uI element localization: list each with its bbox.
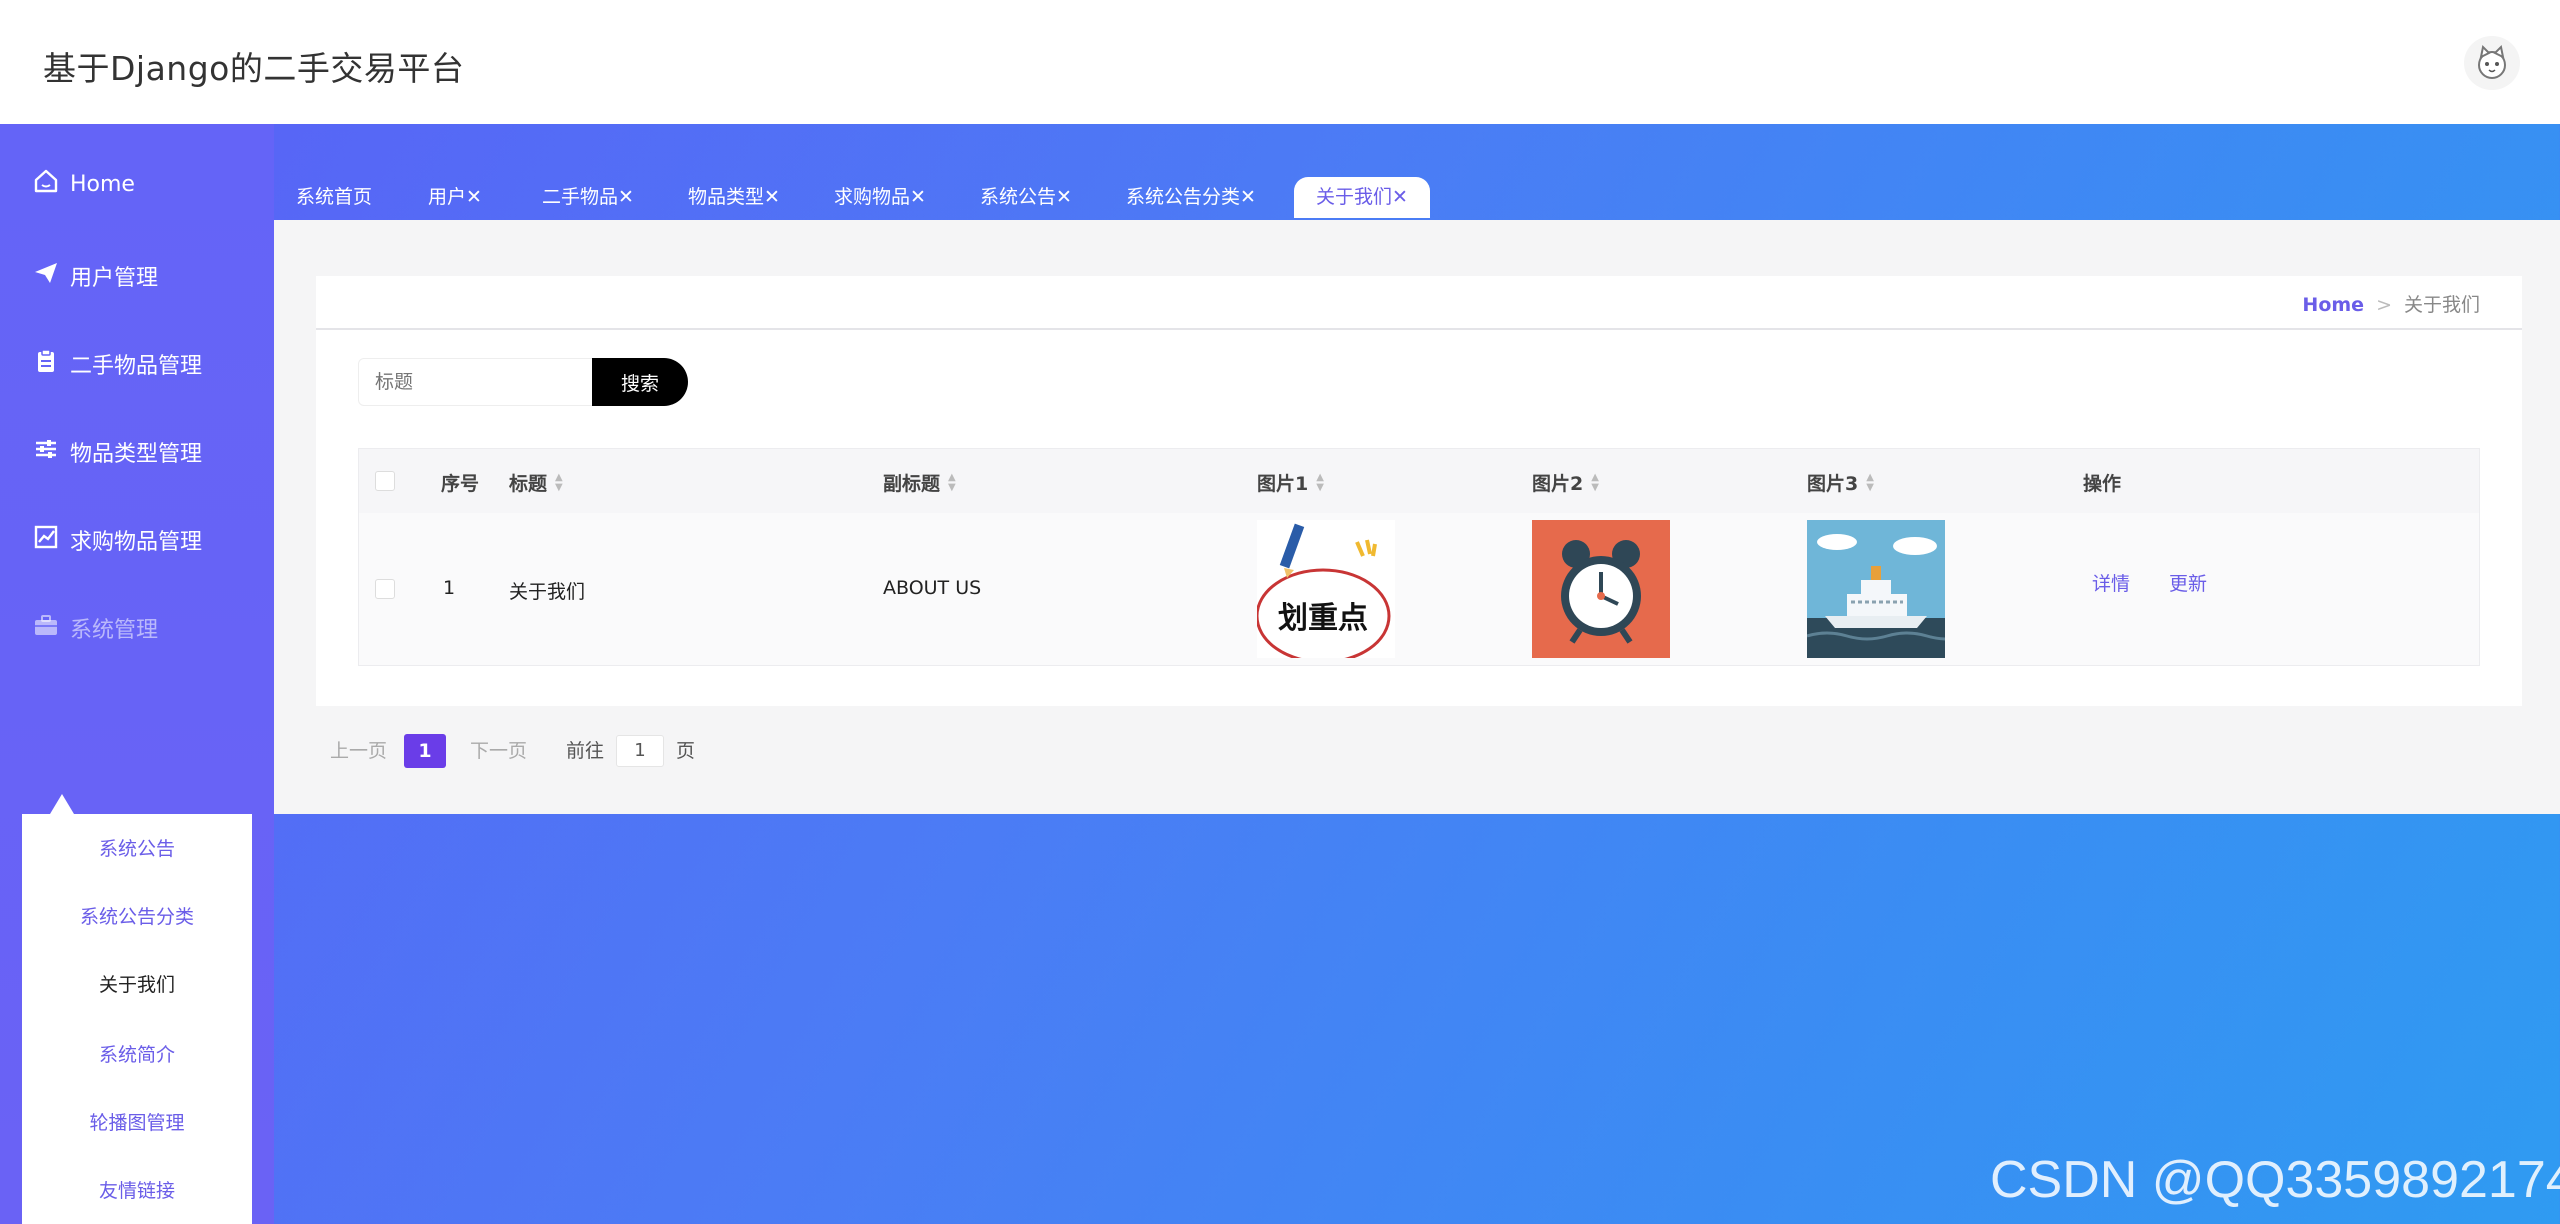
submenu-caret — [50, 794, 74, 814]
sidebar-item-users[interactable]: 用户管理 — [32, 256, 158, 296]
column-header-subtitle[interactable]: 副标题 ▲ ▼ — [883, 469, 956, 496]
flag-icon — [32, 1130, 60, 1162]
sort-icon[interactable]: ▲ ▼ — [1866, 472, 1874, 493]
image3-thumbnail-ship-icon[interactable] — [1807, 520, 1945, 658]
breadcrumb-separator: > — [2376, 294, 2392, 316]
chart-line-icon — [32, 524, 60, 556]
sort-icon[interactable]: ▲ ▼ — [1316, 472, 1324, 493]
select-all-checkbox[interactable] — [375, 471, 395, 491]
sidebar-item-system[interactable]: 系统管理 — [32, 608, 158, 648]
tab-secondhand[interactable]: 二手物品✕ — [520, 177, 656, 218]
tab-announcement-category[interactable]: 系统公告分类✕ — [1104, 177, 1278, 218]
tab-category[interactable]: 物品类型✕ — [666, 177, 802, 218]
breadcrumb-home[interactable]: Home — [2302, 294, 2364, 316]
image1-caption: 划重点 — [1278, 601, 1368, 636]
data-table: 序号 标题 ▲ ▼ 副标题 ▲ ▼ 图片1 ▲ ▼ 图片2 ▲ ▼ 图片3 ▲ ▼ 操作 1 关于我… — [358, 448, 2480, 666]
column-header-image1[interactable]: 图片1 ▲ ▼ — [1257, 469, 1324, 496]
column-header-image3[interactable]: 图片3 ▲ ▼ — [1807, 469, 1874, 496]
image2-thumbnail-alarm-clock-icon[interactable] — [1532, 520, 1670, 658]
tab-about-us[interactable]: 关于我们✕ — [1294, 177, 1430, 218]
update-link[interactable]: 更新 — [2169, 569, 2207, 596]
row-checkbox[interactable] — [375, 579, 395, 599]
sort-icon[interactable]: ▲ ▼ — [948, 472, 956, 493]
sidebar-item-label: 二手物品管理 — [70, 354, 203, 379]
sidebar-item-label: 求购物品管理 — [70, 530, 203, 555]
column-header-image2[interactable]: 图片2 ▲ ▼ — [1532, 469, 1599, 496]
sidebar: Home 用户管理 二手物品管理 物品类型管理 求购物品管理 系统管理 系统公告… — [0, 124, 274, 1224]
tab-wanted[interactable]: 求购物品✕ — [812, 177, 948, 218]
sidebar-item-label: 物品类型管理 — [70, 442, 203, 467]
sidebar-item-label: Home — [70, 171, 135, 197]
submenu-item-about-us[interactable]: 关于我们 — [22, 970, 252, 997]
breadcrumb: Home > 关于我们 — [2302, 290, 2480, 317]
sort-icon[interactable]: ▲ ▼ — [1591, 472, 1599, 493]
submenu-item-links[interactable]: 友情链接 — [22, 1176, 252, 1203]
app-title: 基于Django的二手交易平台 — [43, 49, 465, 88]
image1-thumbnail[interactable]: 划重点 — [1257, 520, 1395, 658]
submenu-item-intro[interactable]: 系统简介 — [22, 1040, 252, 1067]
submenu-item-announcement[interactable]: 系统公告 — [22, 834, 252, 861]
briefcase-icon — [32, 612, 60, 644]
search-button[interactable]: 搜索 — [592, 358, 688, 406]
detail-link[interactable]: 详情 — [2092, 569, 2130, 596]
cat-avatar-icon[interactable] — [2464, 36, 2520, 90]
breadcrumb-current: 关于我们 — [2403, 294, 2480, 316]
sort-icon[interactable]: ▲ ▼ — [555, 472, 563, 493]
sidebar-item-orders[interactable]: 订单管理 — [32, 1126, 158, 1166]
next-page-button[interactable]: 下一页 — [470, 734, 527, 768]
main-content: Home > 关于我们 搜索 序号 标题▲▼ 副标题▲▼ 图片1▲▼ 图片2▲▼ 图… — [274, 220, 2560, 814]
sliders-icon — [32, 436, 60, 468]
sidebar-item-home[interactable]: Home — [32, 164, 135, 204]
search-input[interactable] — [358, 358, 594, 406]
tab-announcement[interactable]: 系统公告✕ — [958, 177, 1094, 218]
content-panel: Home > 关于我们 搜索 序号 标题▲▼ 副标题▲▼ 图片1▲▼ 图片2▲▼ 图… — [316, 276, 2522, 706]
clipboard-icon — [32, 348, 60, 380]
tab-home[interactable]: 系统首页 — [274, 177, 394, 218]
cell-title: 关于我们 — [509, 581, 586, 603]
cell-index: 1 — [443, 577, 456, 599]
submenu-item-announcement-category[interactable]: 系统公告分类 — [22, 902, 252, 929]
table-row: 1 关于我们 ABOUT US 划重点 详情 更新 — [359, 513, 2479, 665]
paper-plane-icon — [32, 260, 60, 292]
goto-page-input[interactable] — [616, 735, 664, 767]
sidebar-item-label: 系统管理 — [70, 618, 159, 643]
sidebar-item-secondhand[interactable]: 二手物品管理 — [32, 344, 202, 384]
sidebar-item-label: 订单管理 — [70, 1136, 159, 1161]
top-header: 基于Django的二手交易平台 — [0, 0, 2560, 124]
table-header: 序号 标题 ▲ ▼ 副标题 ▲ ▼ 图片1 ▲ ▼ 图片2 ▲ ▼ 图片3 ▲ ▼ 操作 — [359, 449, 2479, 513]
cell-subtitle: ABOUT US — [883, 577, 982, 599]
sidebar-item-category[interactable]: 物品类型管理 — [32, 432, 202, 472]
house-icon — [32, 168, 60, 200]
page-number-current[interactable]: 1 — [404, 734, 446, 768]
sidebar-item-wanted[interactable]: 求购物品管理 — [32, 520, 202, 560]
prev-page-button[interactable]: 上一页 — [330, 734, 387, 768]
page-suffix-label: 页 — [676, 740, 696, 762]
watermark: CSDN @QQ3359892174 — [1990, 1151, 2560, 1209]
tab-strip: 系统首页 用户✕ 二手物品✕ 物品类型✕ 求购物品✕ 系统公告✕ 系统公告分类✕… — [274, 124, 2560, 220]
breadcrumb-bar: Home > 关于我们 — [316, 276, 2522, 330]
column-header-actions: 操作 — [2083, 473, 2122, 495]
sidebar-item-label: 用户管理 — [70, 266, 159, 291]
goto-label: 前往 — [566, 740, 605, 762]
column-header-index: 序号 — [441, 473, 480, 495]
tab-users[interactable]: 用户✕ — [406, 177, 504, 218]
column-header-title[interactable]: 标题 ▲ ▼ — [509, 469, 563, 496]
